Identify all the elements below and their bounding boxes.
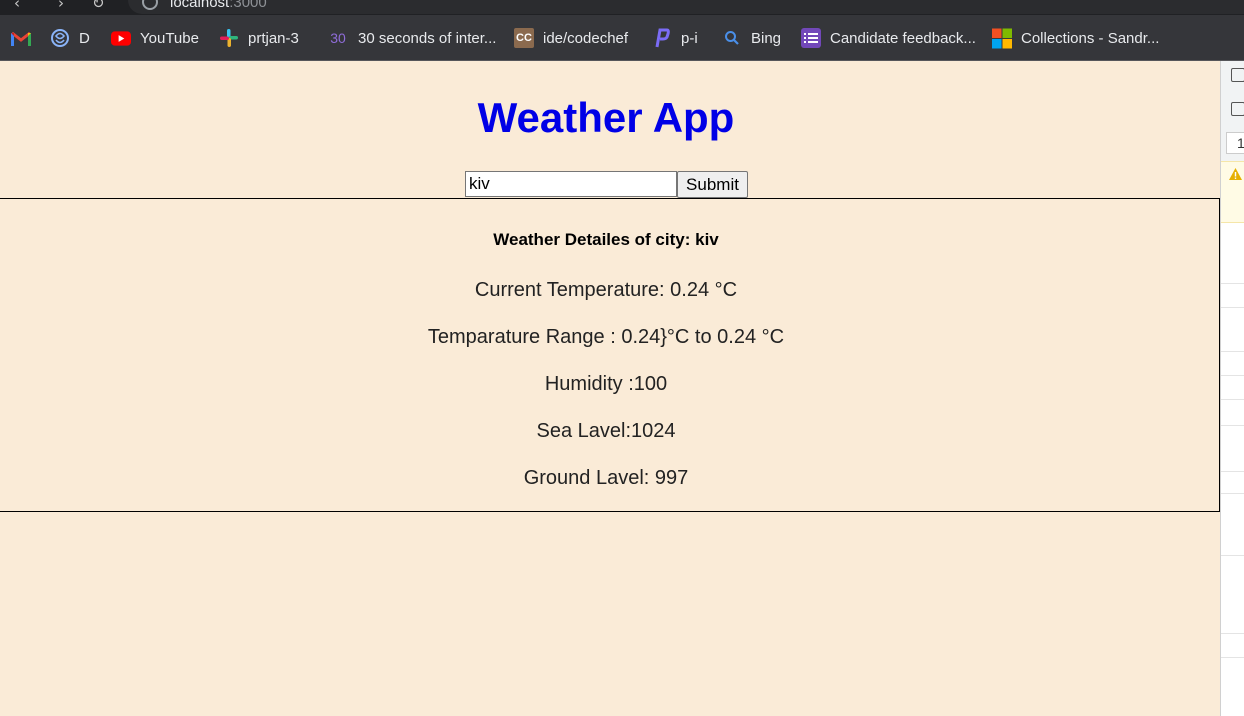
bookmark-collections[interactable]: Collections - Sandr... (992, 15, 1159, 61)
bookmark-label: prtjan-3 (248, 29, 299, 47)
bookmark-youtube[interactable]: YouTube (111, 15, 199, 61)
ground-level: Ground Lavel: 997 (523, 467, 689, 489)
city-input[interactable] (465, 171, 677, 197)
youtube-icon (111, 28, 131, 48)
bookmark-label: 30 seconds of inter... (358, 29, 497, 47)
bookmarks-bar: D YouTube prtjan-3 30 30 seconds of inte… (0, 15, 1244, 61)
devtools-row-divider (1221, 657, 1244, 658)
bookmark-label: Collections - Sandr... (1021, 29, 1160, 47)
weather-app-page: Weather App Submit Weather Detailes of c… (0, 61, 1220, 716)
microsoft-icon (992, 28, 1012, 48)
devtools-row-divider (1221, 555, 1244, 556)
bookmark-candidate-feedback[interactable]: Candidate feedback... (801, 15, 976, 61)
devtools-row-divider (1221, 425, 1244, 426)
current-temperature: Current Temperature: 0.24 °C (474, 279, 738, 301)
city-search-form: Submit (465, 171, 748, 198)
bookmark-label: Candidate feedback... (830, 29, 976, 47)
bookmark-gmail[interactable] (11, 15, 40, 61)
bookmark-prtjan[interactable]: prtjan-3 (219, 15, 299, 61)
bookmark-bing[interactable]: Bing (722, 15, 781, 61)
inspect-icon[interactable] (1231, 68, 1244, 82)
bookmark-p-i[interactable]: p-i (652, 15, 698, 61)
temperature-range: Temparature Range : 0.24}°C to 0.24 °C (427, 326, 785, 348)
address-bar[interactable] (128, 0, 1244, 14)
devtools-row-divider (1221, 633, 1244, 634)
url-text[interactable]: localhost:3000 (170, 0, 267, 11)
bookmark-30-seconds[interactable]: 30 30 seconds of inter... (327, 15, 496, 61)
bookmark-d[interactable]: D (50, 15, 90, 61)
submit-button[interactable]: Submit (677, 171, 748, 198)
forward-icon[interactable]: › (58, 0, 64, 12)
devtools-row-divider (1221, 471, 1244, 472)
slack-icon (219, 28, 239, 48)
gmail-icon (11, 28, 31, 48)
warning-icon (1229, 168, 1242, 180)
devtools-panel: 1 (1220, 61, 1244, 716)
bookmark-label: Bing (751, 29, 782, 47)
page-title: Weather App (477, 94, 735, 141)
sidebar-toggle-icon[interactable] (1231, 102, 1244, 116)
bookmark-label: D (79, 29, 90, 47)
humidity: Humidity :100 (544, 373, 668, 395)
search-icon (722, 28, 742, 48)
reload-icon[interactable]: ↻ (92, 0, 105, 12)
bookmark-label: p-i (681, 29, 698, 47)
back-icon[interactable]: ‹ (14, 0, 20, 12)
details-heading: Weather Detailes of city: kiv (493, 230, 719, 249)
brain-icon (50, 28, 70, 48)
devtools-toolbar: 1 (1221, 61, 1244, 161)
devtools-warning-row (1221, 161, 1244, 223)
bookmark-p-icon (652, 28, 672, 48)
thirty-icon: 30 (330, 30, 346, 46)
bookmark-codechef[interactable]: CC ide/codechef (514, 15, 628, 61)
line-number-badge[interactable]: 1 (1226, 132, 1244, 154)
bookmark-label: YouTube (140, 29, 199, 47)
devtools-row-divider (1221, 399, 1244, 400)
url-host: localhost (170, 0, 230, 11)
sea-level: Sea Lavel:1024 (536, 420, 676, 442)
devtools-row-divider (1221, 307, 1244, 308)
devtools-row-divider (1221, 283, 1244, 284)
codechef-icon: CC (514, 28, 534, 48)
browser-top-bar: ‹ › ↻ localhost:3000 (0, 0, 1244, 15)
devtools-row-divider (1221, 493, 1244, 494)
url-port: :3000 (229, 0, 267, 11)
devtools-row-divider (1221, 351, 1244, 352)
forms-icon (801, 28, 821, 48)
bookmark-label: ide/codechef (543, 29, 629, 47)
devtools-row-divider (1221, 375, 1244, 376)
weather-details-panel: Weather Detailes of city: kiv Current Te… (0, 198, 1220, 512)
